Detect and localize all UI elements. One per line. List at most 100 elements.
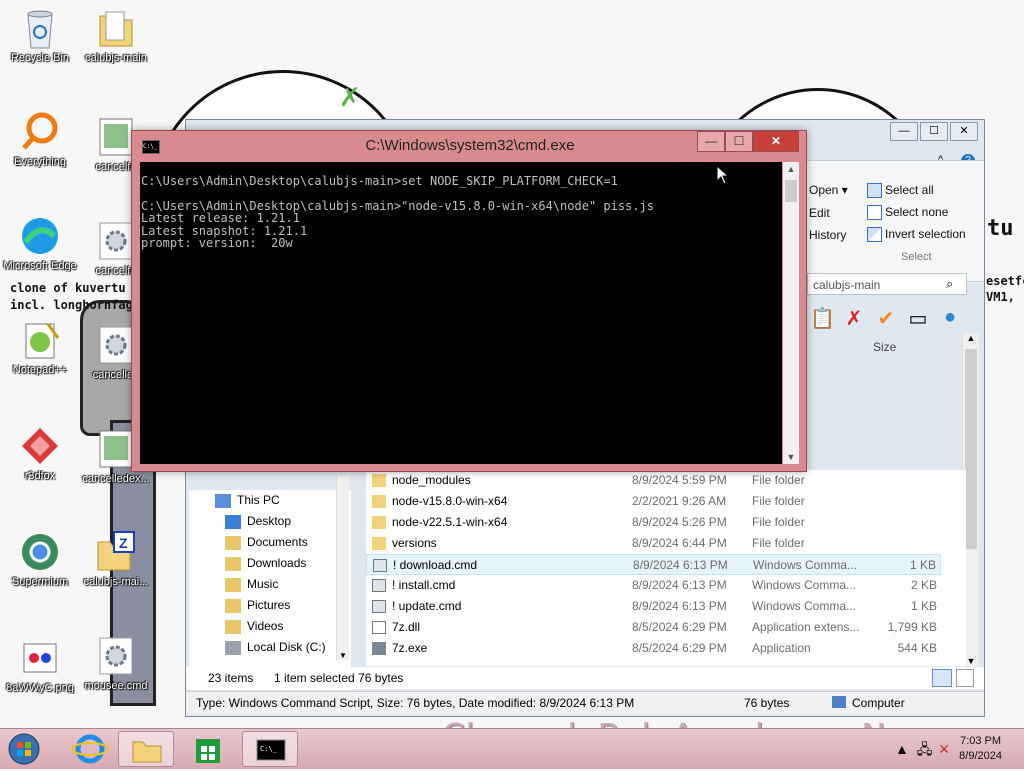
- large-icons-view-icon[interactable]: [956, 669, 974, 687]
- file-row[interactable]: node-v15.8.0-win-x64 2/2/2021 9:26 AM Fi…: [366, 491, 941, 512]
- file-row-selected[interactable]: ! download.cmd 8/9/2024 6:13 PM Windows …: [366, 554, 941, 575]
- folder-icon: [372, 495, 386, 508]
- file-row[interactable]: 7z.dll 8/5/2024 6:29 PM Application exte…: [366, 617, 941, 638]
- history-button[interactable]: History: [809, 228, 846, 242]
- location-text: Computer: [852, 696, 905, 710]
- computer-icon: [215, 493, 231, 508]
- dll-file-icon: [372, 621, 386, 634]
- nav-item-videos[interactable]: Videos: [189, 616, 351, 637]
- file-row[interactable]: ! install.cmd 8/9/2024 6:13 PM Windows C…: [366, 575, 941, 596]
- file-row[interactable]: 7z.exe 8/5/2024 6:29 PM Application 544 …: [366, 638, 941, 659]
- search-input[interactable]: calubjs-main: [807, 273, 967, 295]
- delete-icon[interactable]: ✗: [842, 306, 866, 331]
- select-none-button[interactable]: Select none: [885, 205, 948, 219]
- cmd-file-icon: [372, 600, 386, 613]
- file-row[interactable]: versions 8/9/2024 6:44 PM File folder: [366, 533, 941, 554]
- search-icon[interactable]: ⌕: [946, 276, 953, 292]
- nav-item-desktop[interactable]: Desktop: [189, 511, 351, 532]
- start-button[interactable]: [4, 731, 48, 767]
- file-row[interactable]: node-v22.5.1-win-x64 8/9/2024 5:26 PM Fi…: [366, 512, 941, 533]
- nav-item-music[interactable]: Music: [189, 574, 351, 595]
- scrollbar-thumb[interactable]: [965, 349, 977, 549]
- minimize-button[interactable]: —: [890, 122, 918, 141]
- rename-icon[interactable]: ▭: [906, 306, 930, 331]
- wallpaper-text-3: tu: [987, 216, 1014, 241]
- nav-item-this-pc[interactable]: This PC: [189, 490, 351, 511]
- network-icon[interactable]: 🖧: [917, 741, 933, 757]
- downloads-folder-icon: [225, 556, 241, 571]
- wallpaper-text-1: clone of kuvertu: [10, 281, 126, 295]
- nav-item-pictures[interactable]: Pictures: [189, 595, 351, 616]
- nav-item-documents[interactable]: Documents: [189, 532, 351, 553]
- console-line: C:\Users\Admin\Desktop\calubjs-main>set …: [141, 174, 618, 188]
- file-explorer-icon: [132, 741, 162, 763]
- folder-icon: [372, 474, 386, 487]
- desktop-icon-microsoft-edge[interactable]: Microsoft Edge: [0, 214, 80, 272]
- desktop-icon-notepadpp[interactable]: Notepad++: [0, 318, 80, 376]
- desktop-icon-r3dfox[interactable]: r3dfox: [0, 424, 80, 482]
- folder-icon: [372, 516, 386, 529]
- file-row[interactable]: node_modules 8/9/2024 5:59 PM File folde…: [366, 470, 941, 491]
- edit-button[interactable]: Edit: [809, 206, 830, 220]
- scrollbar-thumb[interactable]: [785, 180, 797, 202]
- chat-icon[interactable]: ●: [938, 306, 962, 331]
- wallpaper-text-green-x: ✗: [340, 76, 360, 114]
- invert-selection-button[interactable]: Invert selection: [885, 227, 966, 241]
- taskbar-file-explorer[interactable]: [118, 731, 174, 767]
- window-controls: — ☐ ✕: [697, 131, 799, 152]
- scroll-down-arrow-icon[interactable]: ▼: [783, 452, 799, 462]
- taskbar-store[interactable]: [180, 731, 236, 767]
- desktop-icon-calubjs-zip[interactable]: Z calubjs-mai...: [76, 530, 156, 588]
- desktop-icon-label: calubjs-main: [85, 52, 147, 64]
- select-all-button[interactable]: Select all: [885, 183, 934, 197]
- nav-pane-scrollbar[interactable]: ▼: [336, 475, 349, 660]
- quick-toolbar: 📋 ✗ ✔ ▭ ●: [810, 306, 962, 331]
- desktop-icon-recycle-bin[interactable]: Recycle Bin: [0, 6, 80, 64]
- notepadpp-icon: [18, 318, 62, 362]
- scroll-up-arrow-icon[interactable]: ▲: [783, 164, 799, 174]
- details-bar: Type: Windows Command Script, Size: 76 b…: [186, 691, 984, 714]
- desktop-icon-png[interactable]: 8aWWyC.png: [0, 636, 80, 694]
- desktop-icon-label: cancelledex...: [82, 473, 150, 485]
- nav-item-downloads[interactable]: Downloads: [189, 553, 351, 574]
- show-hidden-icons-icon[interactable]: ▲: [895, 741, 909, 757]
- console-scrollbar[interactable]: ▲ ▼: [783, 162, 799, 464]
- command-prompt-window[interactable]: C:\_ C:\Windows\system32\cmd.exe — ☐ ✕ C…: [131, 130, 807, 472]
- exe-file-icon: [372, 642, 386, 655]
- taskbar-clock[interactable]: 7:03 PM 8/9/2024: [959, 734, 1002, 764]
- windows-logo-icon: [8, 733, 40, 765]
- maximize-button[interactable]: ☐: [725, 131, 753, 152]
- desktop-icon-label: Recycle Bin: [10, 52, 70, 64]
- folder-icon: [372, 537, 386, 550]
- desktop-icon-calubjs-main[interactable]: calubjs-main: [76, 6, 156, 64]
- close-button[interactable]: ✕: [950, 122, 978, 141]
- desktop-icon-mousee-cmd[interactable]: mousee.cmd: [76, 634, 156, 692]
- clock-time: 7:03 PM: [960, 735, 1002, 747]
- pictures-folder-icon: [225, 598, 241, 613]
- open-button[interactable]: Open ▾: [809, 183, 848, 197]
- details-view-icon[interactable]: [932, 669, 952, 687]
- checkmark-icon[interactable]: ✔: [874, 306, 898, 331]
- maximize-button[interactable]: ☐: [920, 122, 948, 141]
- minimize-button[interactable]: —: [697, 131, 725, 152]
- taskbar-command-prompt[interactable]: C:\_: [242, 731, 298, 767]
- taskbar: C:\_ ▲ 🖧 ✕ 7:03 PM 8/9/2024: [0, 728, 1024, 769]
- recycle-bin-icon: [18, 6, 62, 50]
- paste-icon[interactable]: 📋: [810, 306, 835, 331]
- nav-item-local-disk[interactable]: Local Disk (C:): [189, 637, 351, 658]
- desktop-icon-everything[interactable]: Everything: [0, 110, 80, 168]
- desktop-folder-icon: [225, 514, 241, 529]
- file-row[interactable]: ! update.cmd 8/9/2024 6:13 PM Windows Co…: [366, 596, 941, 617]
- taskbar-internet-explorer[interactable]: [62, 731, 118, 767]
- close-button[interactable]: ✕: [753, 131, 799, 152]
- scroll-up-arrow-icon[interactable]: ▲: [963, 333, 979, 343]
- command-prompt-icon: C:\_: [256, 739, 286, 761]
- console-line-prompt: prompt: version: 20w: [141, 236, 293, 251]
- console-output[interactable]: C:\Users\Admin\Desktop\calubjs-main>set …: [140, 162, 782, 464]
- size-column-header[interactable]: Size: [873, 340, 896, 354]
- desktop-icon-supermium[interactable]: Supermium: [0, 530, 80, 588]
- file-details-text: Type: Windows Command Script, Size: 76 b…: [196, 696, 635, 710]
- volume-muted-icon[interactable]: ✕: [938, 741, 950, 757]
- cmd-file-icon: [372, 579, 386, 592]
- scroll-down-arrow-icon[interactable]: ▼: [337, 651, 349, 660]
